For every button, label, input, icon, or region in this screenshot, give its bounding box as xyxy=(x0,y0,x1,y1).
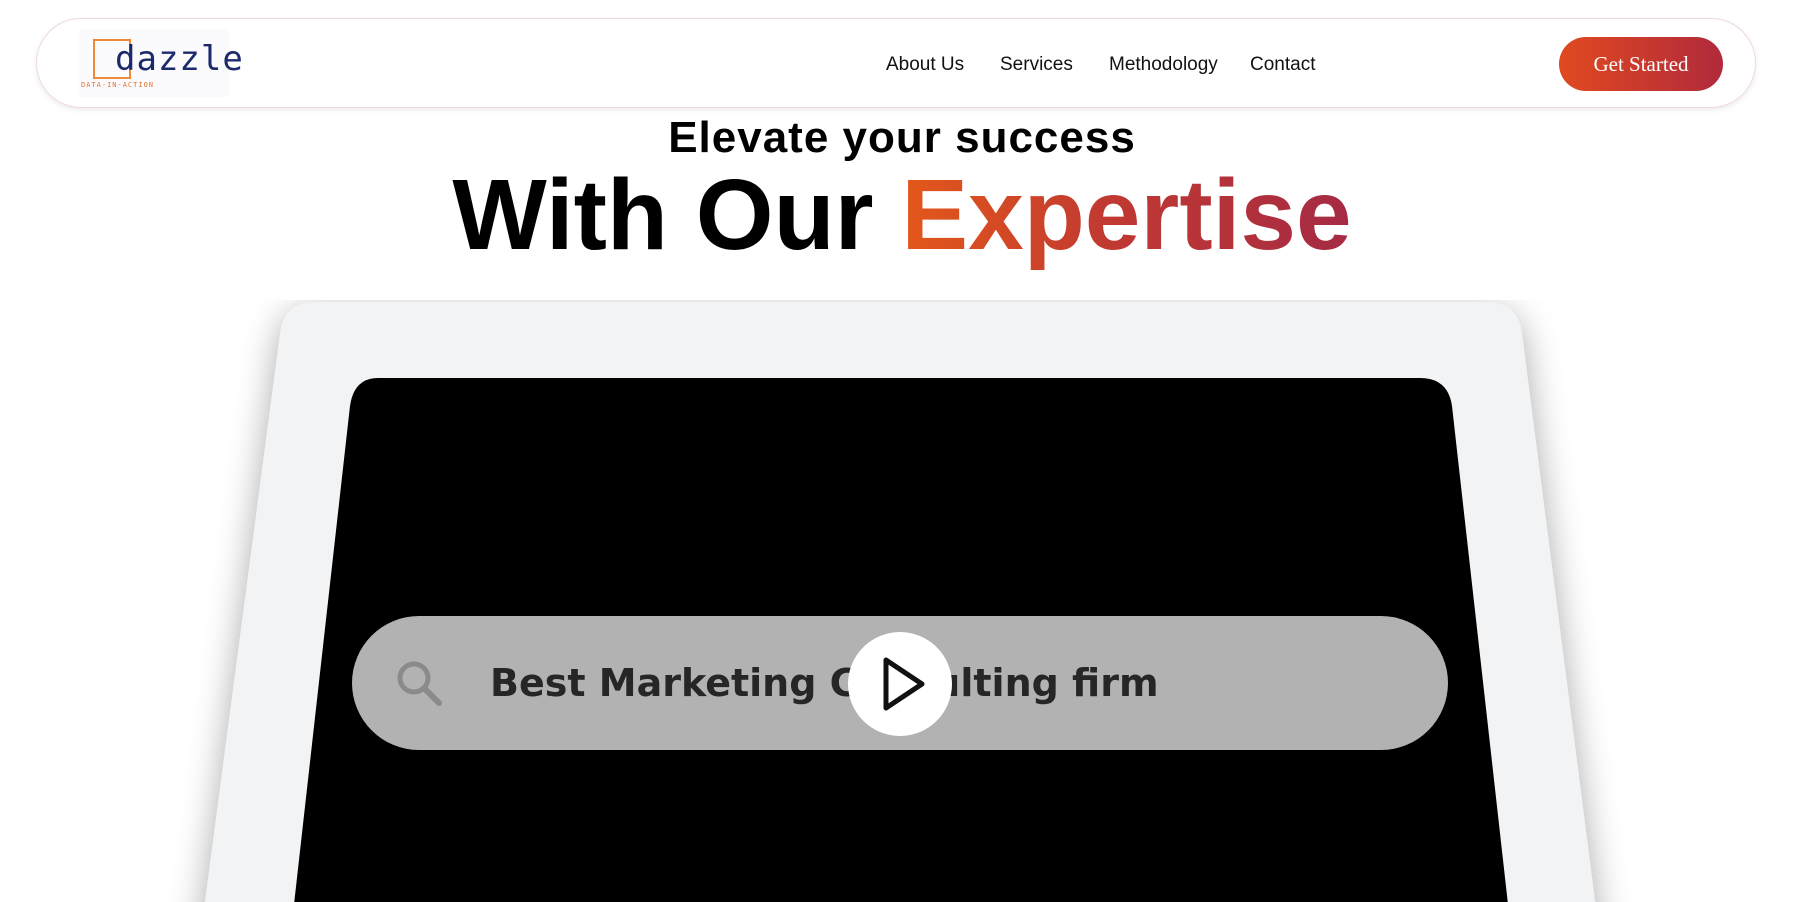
hero-subtitle: Elevate your success xyxy=(668,113,1136,162)
dazzle-logo[interactable]: dazzle DATA-IN-ACTION xyxy=(79,29,243,97)
device-frame xyxy=(205,302,1596,902)
hero-title-lead: With Our xyxy=(452,159,874,271)
nav-services[interactable]: Services xyxy=(1000,54,1073,76)
nav-methodology[interactable]: Methodology xyxy=(1109,54,1218,76)
nav-about-us[interactable]: About Us xyxy=(886,54,964,76)
hero-title: With Our Expertise xyxy=(0,160,1804,270)
video-search-text: Best Marketing Consulting firm xyxy=(490,661,1159,705)
play-icon xyxy=(883,657,925,711)
page: dazzle DATA-IN-ACTION About Us Services … xyxy=(0,0,1804,902)
logo-wordmark: dazzle xyxy=(115,39,244,79)
logo-tagline: DATA-IN-ACTION xyxy=(81,81,155,89)
device-mockup: Best Marketing Consulting firm xyxy=(0,300,1804,902)
play-video-button[interactable] xyxy=(848,632,952,736)
nav-contact[interactable]: Contact xyxy=(1250,54,1315,76)
search-icon xyxy=(397,661,442,706)
site-header: dazzle DATA-IN-ACTION About Us Services … xyxy=(36,18,1756,108)
get-started-button[interactable]: Get Started xyxy=(1559,37,1723,91)
hero-title-accent: Expertise xyxy=(901,159,1352,271)
